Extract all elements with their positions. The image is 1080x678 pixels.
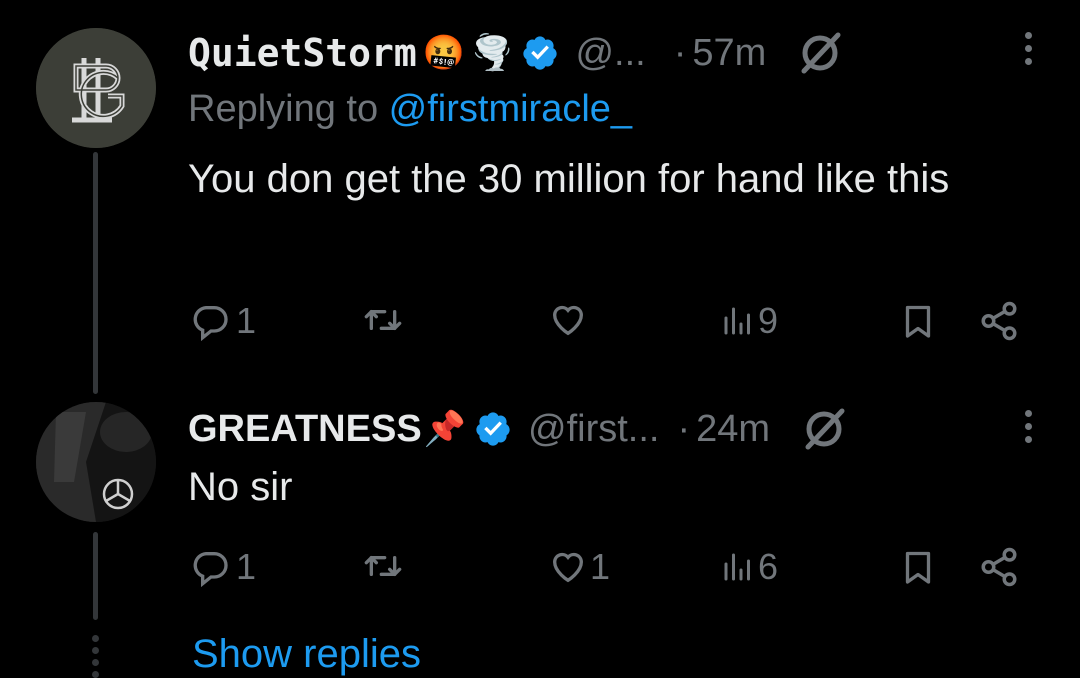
tornado-emoji-icon: 🌪️ <box>471 34 514 72</box>
display-name[interactable]: GREATNESS <box>188 408 422 451</box>
retweet-button[interactable] <box>360 546 406 586</box>
reply-icon <box>193 306 228 341</box>
pushpin-emoji-icon: 📌 <box>423 410 467 448</box>
tweet-header: QuietStorm 🤬 🌪️ @... · 57m <box>188 28 844 78</box>
reply-button[interactable]: 1 <box>190 546 256 588</box>
views-button[interactable]: 9 <box>718 300 778 342</box>
reply-button[interactable]: 1 <box>190 300 256 342</box>
like-icon <box>552 552 584 583</box>
more-icon[interactable] <box>1025 32 1032 65</box>
car-photo-avatar-icon <box>36 402 156 522</box>
mute-icon[interactable] <box>796 31 844 75</box>
tweet-2[interactable]: GREATNESS 📌 @first... · 24m No sir 1 1 6 <box>0 400 1080 630</box>
reply-count: 1 <box>236 546 257 587</box>
timestamp[interactable]: 57m <box>692 32 766 75</box>
reply-count: 1 <box>236 300 257 341</box>
like-count: 1 <box>590 546 611 587</box>
avatar[interactable] <box>36 28 156 148</box>
bookmark-icon <box>905 305 931 338</box>
thread-continuation-dots <box>92 635 99 678</box>
handle[interactable]: @... <box>575 32 645 75</box>
thread-line <box>93 532 98 620</box>
avatar[interactable] <box>36 402 156 522</box>
retweet-icon <box>364 310 402 330</box>
bookmark-icon <box>905 551 931 584</box>
replying-to: Replying to @firstmiracle_ <box>188 88 632 131</box>
display-name[interactable]: QuietStorm <box>188 31 417 75</box>
mention-link[interactable]: @firstmiracle_ <box>389 88 632 130</box>
share-button[interactable] <box>978 300 1020 342</box>
share-button[interactable] <box>978 546 1020 588</box>
retweet-button[interactable] <box>360 300 406 340</box>
views-icon <box>724 307 750 335</box>
angry-face-emoji-icon: 🤬 <box>422 34 466 72</box>
views-icon <box>724 553 750 581</box>
mute-icon[interactable] <box>800 407 848 451</box>
share-icon <box>981 547 1017 587</box>
views-count: 6 <box>758 546 779 587</box>
separator-dot: · <box>677 407 691 450</box>
retweet-icon <box>364 556 402 576</box>
tweet-text: You don get the 30 million for hand like… <box>188 157 950 201</box>
like-icon <box>552 305 584 336</box>
verified-badge-icon <box>521 34 559 72</box>
action-bar: 1 9 <box>188 300 1038 344</box>
tweet-1[interactable]: QuietStorm 🤬 🌪️ @... · 57m Replying to @… <box>0 0 1080 400</box>
show-replies-link[interactable]: Show replies <box>192 632 421 677</box>
bookmark-button[interactable] <box>900 546 936 588</box>
thread-line <box>93 152 98 394</box>
like-button[interactable]: 1 <box>546 546 610 588</box>
tweet-header: GREATNESS 📌 @first... · 24m <box>188 404 848 454</box>
separator-dot: · <box>673 31 687 74</box>
replying-label: Replying to <box>188 88 389 130</box>
views-count: 9 <box>758 300 779 341</box>
tweet-text: No sir <box>188 465 293 509</box>
action-bar: 1 1 6 <box>188 546 1038 590</box>
more-icon[interactable] <box>1025 410 1032 443</box>
bookmark-button[interactable] <box>900 300 936 342</box>
handle[interactable]: @first... <box>528 408 659 451</box>
views-button[interactable]: 6 <box>718 546 778 588</box>
reply-icon <box>193 552 228 587</box>
monogram-logo-icon <box>36 28 156 148</box>
share-icon <box>981 301 1017 341</box>
timestamp[interactable]: 24m <box>696 408 770 451</box>
verified-badge-icon <box>474 410 512 448</box>
like-button[interactable] <box>546 300 590 340</box>
